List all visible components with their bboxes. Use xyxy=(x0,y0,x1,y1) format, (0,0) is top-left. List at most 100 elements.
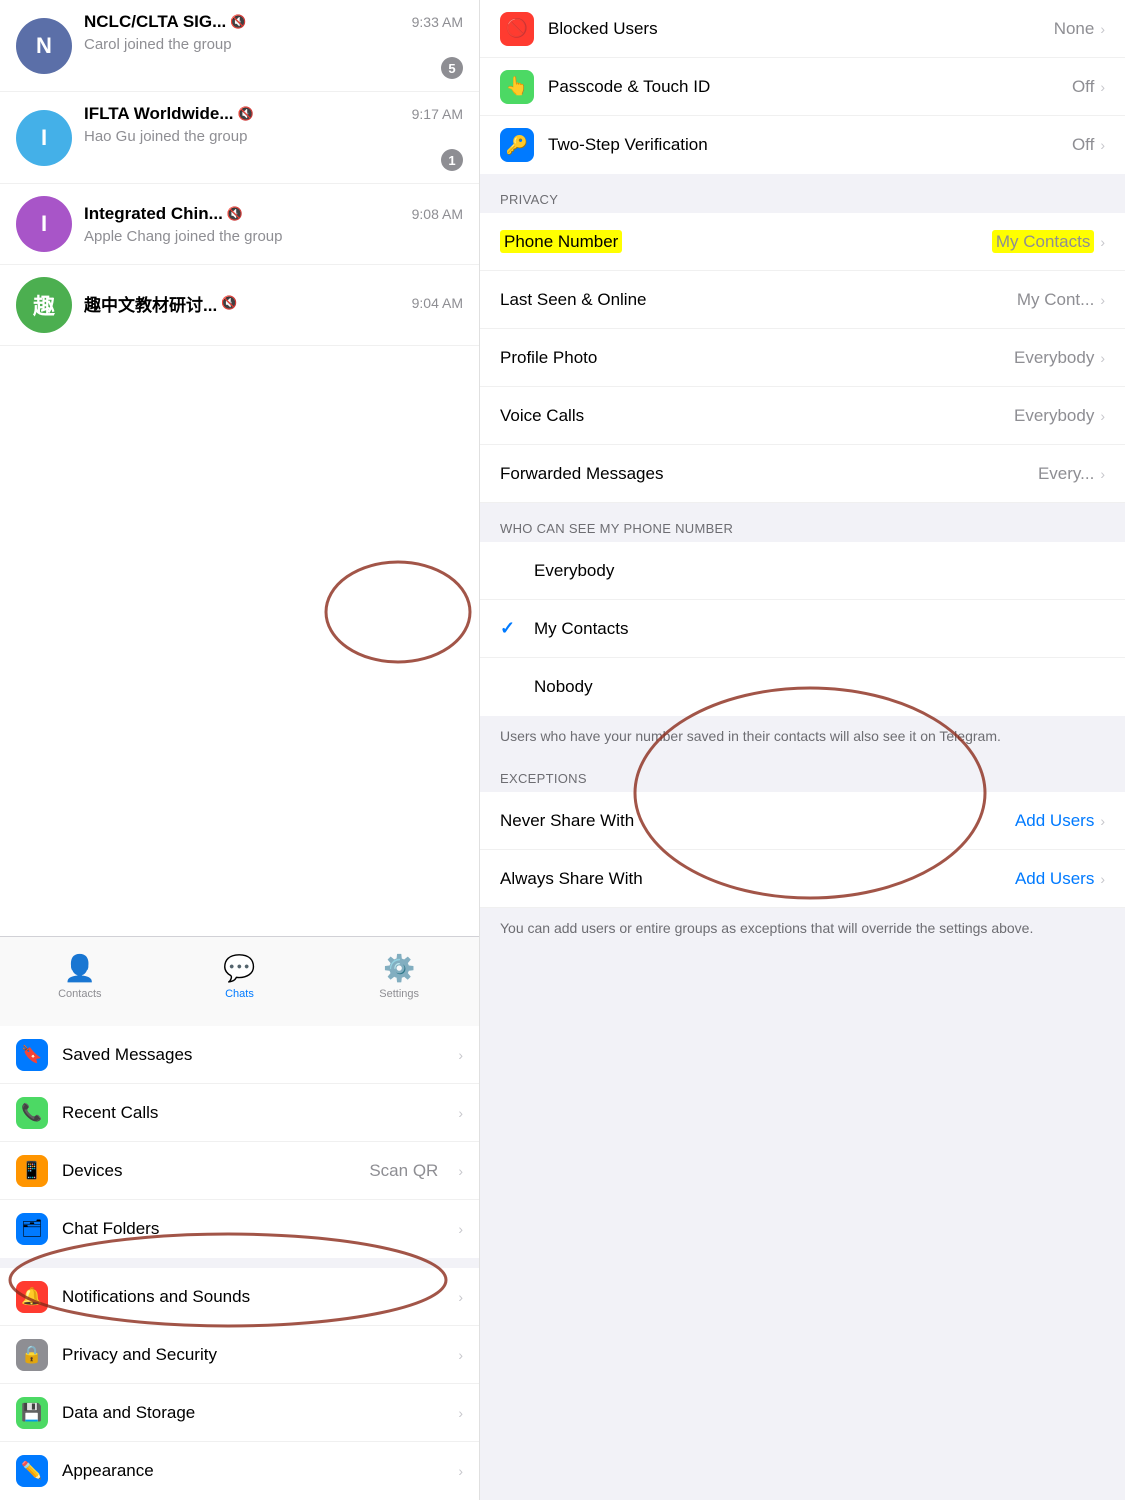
privacy-label-phone-number: Phone Number xyxy=(500,232,992,252)
settings-label-saved-messages: Saved Messages xyxy=(62,1045,438,1065)
exception-chevron-always-share: › xyxy=(1100,871,1105,887)
right-icon-passcode: 👆 xyxy=(500,70,534,104)
settings-section-1: 🔖 Saved Messages › 📞 Recent Calls › 📱DevicesSc… xyxy=(0,1026,479,1258)
settings-item-saved-messages[interactable]: 🔖 Saved Messages › xyxy=(0,1026,479,1084)
chat-time-zhongwen: 9:04 AM xyxy=(412,295,463,311)
who-can-header: WHO CAN SEE MY PHONE NUMBER xyxy=(480,513,1125,542)
check-icon-my-contacts: ✓ xyxy=(500,618,524,639)
chat-name-iflta: IFLTA Worldwide...🔇 xyxy=(84,104,254,124)
who-can-item-everybody[interactable]: Everybody xyxy=(480,542,1125,600)
privacy-label-profile-photo: Profile Photo xyxy=(500,348,1014,368)
right-chevron-passcode: › xyxy=(1100,79,1105,95)
privacy-chevron-profile-photo: › xyxy=(1100,350,1105,366)
avatar-iflta: I xyxy=(16,110,72,166)
chat-info-nclc: NCLC/CLTA SIG...🔇9:33 AMCarol joined the… xyxy=(84,12,463,79)
settings-section-2: 🔔Notifications and Sounds›🔒Privacy and S… xyxy=(0,1268,479,1500)
settings-label-recent-calls: Recent Calls xyxy=(62,1103,438,1123)
chat-list: NNCLC/CLTA SIG...🔇9:33 AMCarol joined th… xyxy=(0,0,479,936)
privacy-chevron-last-seen: › xyxy=(1100,292,1105,308)
privacy-chevron-phone-number: › xyxy=(1100,234,1105,250)
right-value-blocked-users: None xyxy=(1054,19,1095,39)
exception-chevron-never-share: › xyxy=(1100,813,1105,829)
tab-chats[interactable]: 💬 Chats xyxy=(199,953,279,1000)
settings-item-data-storage[interactable]: 💾Data and Storage› xyxy=(0,1384,479,1442)
settings-item-recent-calls[interactable]: 📞Recent Calls› xyxy=(0,1084,479,1142)
chat-item-iflta[interactable]: I IFLTA Worldwide...🔇 9:17 AM Hao Gu joined… xyxy=(0,92,479,184)
chevron-saved-messages: › xyxy=(458,1047,463,1063)
muted-icon-nclc: 🔇 xyxy=(230,14,246,30)
muted-icon-iflta: 🔇 xyxy=(238,106,254,122)
tab-settings-label: Settings xyxy=(379,988,419,1000)
privacy-item-forwarded-messages[interactable]: Forwarded MessagesEvery...› xyxy=(480,445,1125,503)
right-chevron-two-step: › xyxy=(1100,137,1105,153)
privacy-item-voice-calls[interactable]: Voice CallsEverybody› xyxy=(480,387,1125,445)
chat-preview-integrated: Apple Chang joined the group xyxy=(84,228,463,245)
chat-time-integrated: 9:08 AM xyxy=(412,206,463,222)
tab-contacts[interactable]: 👤 Contacts xyxy=(40,953,120,1000)
right-label-blocked-users: Blocked Users xyxy=(548,19,1054,39)
right-panel: 🚫Blocked UsersNone›👆Passcode & Touch IDO… xyxy=(480,0,1125,1500)
privacy-value-profile-photo: Everybody xyxy=(1014,348,1094,368)
right-icon-two-step: 🔑 xyxy=(500,128,534,162)
chat-preview-iflta: Hao Gu joined the group xyxy=(84,128,463,145)
exception-item-always-share[interactable]: Always Share WithAdd Users› xyxy=(480,850,1125,908)
muted-icon-zhongwen: 🔇 xyxy=(221,295,237,311)
privacy-section: Phone NumberMy Contacts›Last Seen & Onli… xyxy=(480,213,1125,503)
security-item-two-step[interactable]: 🔑 Two-Step VerificationOff › xyxy=(480,116,1125,174)
chat-item-integrated[interactable]: I Integrated Chin...🔇 9:08 AM Apple Chang j… xyxy=(0,184,479,265)
chat-item-nclc[interactable]: NNCLC/CLTA SIG...🔇9:33 AMCarol joined th… xyxy=(0,0,479,92)
chat-name-nclc: NCLC/CLTA SIG...🔇 xyxy=(84,12,246,32)
who-can-item-nobody[interactable]: Nobody xyxy=(480,658,1125,716)
right-label-two-step: Two-Step Verification xyxy=(548,135,1072,155)
security-item-blocked-users[interactable]: 🚫Blocked UsersNone› xyxy=(480,0,1125,58)
avatar-integrated: I xyxy=(16,196,72,252)
exception-value-always-share: Add Users xyxy=(1015,869,1094,889)
exception-item-never-share[interactable]: Never Share WithAdd Users› xyxy=(480,792,1125,850)
privacy-item-profile-photo[interactable]: Profile PhotoEverybody › xyxy=(480,329,1125,387)
chat-time-iflta: 9:17 AM xyxy=(412,106,463,122)
settings-item-privacy[interactable]: 🔒Privacy and Security› xyxy=(0,1326,479,1384)
settings-item-chat-folders[interactable]: 🗂Chat Folders› xyxy=(0,1200,479,1258)
chat-name-integrated: Integrated Chin...🔇 xyxy=(84,204,243,224)
tab-settings[interactable]: ⚙️ Settings xyxy=(359,953,439,1000)
exceptions-section: Never Share WithAdd Users›Always Share W… xyxy=(480,792,1125,908)
chevron-chat-folders: › xyxy=(458,1221,463,1237)
privacy-item-last-seen[interactable]: Last Seen & OnlineMy Cont...› xyxy=(480,271,1125,329)
who-label-my-contacts: My Contacts xyxy=(534,619,1105,639)
chat-name-zhongwen: 趣中文教材研讨...🔇 xyxy=(84,291,237,316)
who-can-item-my-contacts[interactable]: ✓ My Contacts xyxy=(480,600,1125,658)
section-gap-1 xyxy=(0,1258,479,1268)
contacts-icon: 👤 xyxy=(64,953,96,984)
badge-nclc: 5 xyxy=(441,57,463,79)
settings-label-privacy: Privacy and Security xyxy=(62,1345,438,1365)
who-can-info: Users who have your number saved in thei… xyxy=(480,716,1125,757)
tab-contacts-label: Contacts xyxy=(58,988,101,1000)
chevron-data-storage: › xyxy=(458,1405,463,1421)
settings-icon-recent-calls: 📞 xyxy=(16,1097,48,1129)
right-chevron-blocked-users: › xyxy=(1100,21,1105,37)
settings-icon-saved-messages: 🔖 xyxy=(16,1039,48,1071)
tab-chats-label: Chats xyxy=(225,988,254,1000)
section-divider-1 xyxy=(480,174,1125,184)
privacy-label-forwarded-messages: Forwarded Messages xyxy=(500,464,1038,484)
privacy-label-voice-calls: Voice Calls xyxy=(500,406,1014,426)
exceptions-info: You can add users or entire groups as ex… xyxy=(480,908,1125,955)
settings-item-appearance[interactable]: ✏️Appearance› xyxy=(0,1442,479,1500)
settings-icon-appearance: ✏️ xyxy=(16,1455,48,1487)
chat-item-zhongwen[interactable]: 趣趣中文教材研讨...🔇9:04 AM xyxy=(0,265,479,346)
right-value-two-step: Off xyxy=(1072,135,1094,155)
who-label-nobody: Nobody xyxy=(534,677,1105,697)
settings-item-devices[interactable]: 📱DevicesScan QR› xyxy=(0,1142,479,1200)
privacy-value-last-seen: My Cont... xyxy=(1017,290,1094,310)
privacy-item-phone-number[interactable]: Phone NumberMy Contacts› xyxy=(480,213,1125,271)
chevron-notifications: › xyxy=(458,1289,463,1305)
security-section: 🚫Blocked UsersNone›👆Passcode & Touch IDO… xyxy=(480,0,1125,174)
security-item-passcode[interactable]: 👆Passcode & Touch IDOff› xyxy=(480,58,1125,116)
settings-item-notifications[interactable]: 🔔Notifications and Sounds› xyxy=(0,1268,479,1326)
privacy-value-voice-calls: Everybody xyxy=(1014,406,1094,426)
chevron-privacy: › xyxy=(458,1347,463,1363)
exceptions-header: EXCEPTIONS xyxy=(480,757,1125,792)
privacy-value-forwarded-messages: Every... xyxy=(1038,464,1094,484)
right-label-passcode: Passcode & Touch ID xyxy=(548,77,1072,97)
who-can-section: Everybody ✓ My Contacts Nobody xyxy=(480,542,1125,716)
